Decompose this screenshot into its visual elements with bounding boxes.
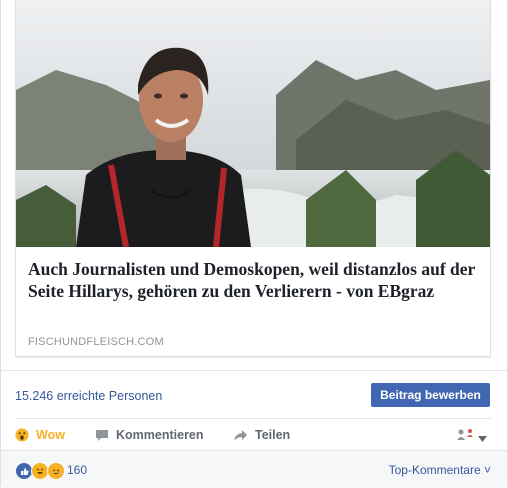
comment-button[interactable]: Kommentieren [95, 419, 204, 451]
reactions-footer: 160 Top-Kommentare ˅ [1, 450, 507, 488]
share-label: Teilen [255, 428, 291, 442]
reaction-summary[interactable] [15, 462, 65, 480]
share-button[interactable]: Teilen [233, 419, 290, 451]
action-bar: Wow Kommentieren Teilen [15, 418, 491, 451]
reaction-count[interactable]: 160 [67, 463, 87, 477]
boost-post-button[interactable]: Beitrag bewerben [371, 383, 490, 407]
audience-selector[interactable] [456, 428, 487, 447]
wow-label: Wow [36, 428, 65, 442]
reach-count-link[interactable]: 15.246 erreichte Personen [15, 389, 162, 403]
comment-label: Kommentieren [116, 428, 204, 442]
page-audience-icon [456, 428, 476, 447]
comment-bubble-icon [95, 429, 109, 442]
waterfall-photo [16, 0, 490, 247]
link-title[interactable]: Auch Journalisten und Demoskopen, weil d… [28, 258, 480, 302]
link-preview-card[interactable]: Auch Journalisten und Demoskopen, weil d… [15, 0, 491, 357]
post-container: Auch Journalisten und Demoskopen, weil d… [0, 0, 508, 488]
link-domain: FISCHUNDFLEISCH.COM [28, 336, 164, 348]
reach-bar: 15.246 erreichte Personen Beitrag bewerb… [1, 370, 507, 419]
wow-reaction-button[interactable]: Wow [15, 419, 65, 451]
sad-reaction-icon [47, 462, 65, 480]
share-arrow-icon [233, 429, 248, 442]
chevron-down-icon [478, 429, 487, 447]
link-preview-text[interactable]: Auch Journalisten und Demoskopen, weil d… [28, 258, 480, 302]
comment-sort-dropdown[interactable]: Top-Kommentare ˅ [389, 463, 491, 477]
wow-emoji-icon [15, 428, 29, 442]
link-preview-image[interactable] [16, 0, 490, 247]
